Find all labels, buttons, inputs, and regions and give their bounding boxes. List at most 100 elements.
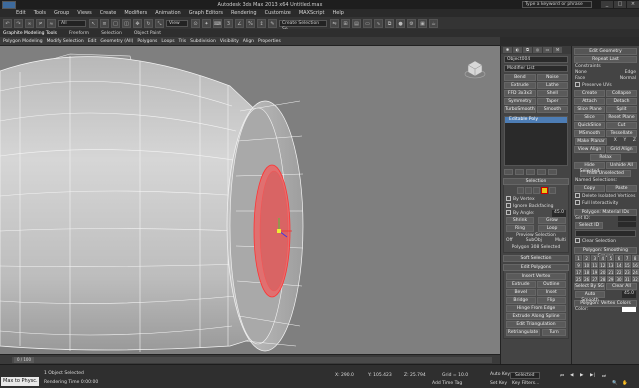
named-selection-dropdown[interactable]: Create Selection Se xyxy=(279,19,327,32)
time-slider-label[interactable]: 0 / 100 xyxy=(14,357,34,363)
sg-button[interactable]: 9 xyxy=(575,262,583,268)
sg-button[interactable]: 15 xyxy=(623,262,631,268)
by-angle-checkbox[interactable]: By Angle: xyxy=(506,210,535,217)
motion-tab-icon[interactable]: ◎ xyxy=(533,47,542,53)
copy-button[interactable]: Copy xyxy=(574,185,605,192)
outline-button[interactable]: Outline xyxy=(536,281,566,288)
collapse-button[interactable]: Collapse xyxy=(606,90,637,97)
redo-icon[interactable]: ↷ xyxy=(14,18,23,28)
tab-selection[interactable]: Selection xyxy=(101,31,122,36)
unlink-icon[interactable]: ≠ xyxy=(36,18,45,28)
constraint-normal-radio[interactable]: Normal xyxy=(620,76,636,82)
sg-button[interactable]: 8 xyxy=(631,255,639,261)
attach-button[interactable]: Attach xyxy=(574,98,605,105)
sg-button[interactable]: 28 xyxy=(599,276,607,282)
material-ids-rollout-header[interactable]: Polygon: Material IDs xyxy=(574,209,637,216)
preview-multi-radio[interactable]: Multi xyxy=(555,238,566,244)
ribbon-toggle-icon[interactable]: ▭ xyxy=(363,18,372,28)
sg-button[interactable]: 1 xyxy=(575,255,583,261)
modifier-bend-button[interactable]: Bend xyxy=(504,74,536,81)
ribbon-polygon-modeling[interactable]: Polygon Modeling xyxy=(3,39,43,44)
material-editor-icon[interactable]: ● xyxy=(396,18,405,28)
modifier-extrude-button[interactable]: Extrude xyxy=(504,82,536,89)
ribbon-subdivision[interactable]: Subdivision xyxy=(190,39,216,44)
remove-modifier-icon[interactable] xyxy=(537,169,546,175)
preserve-uvs-checkbox[interactable]: Preserve UVs xyxy=(572,82,639,89)
named-selection-edit-icon[interactable]: ✎ xyxy=(268,18,277,28)
rotate-icon[interactable]: ↻ xyxy=(144,18,153,28)
zoom-icon[interactable]: 🔍 xyxy=(612,381,618,386)
edge-level-icon[interactable] xyxy=(524,187,532,194)
menu-customize[interactable]: Customize xyxy=(265,10,291,16)
y-coordinate-field[interactable]: Y: 105.423 xyxy=(368,373,392,378)
preview-subobj-radio[interactable]: SubObj xyxy=(526,238,542,244)
add-time-tag-button[interactable]: Add Time Tag xyxy=(432,381,462,386)
sg-button[interactable]: 26 xyxy=(583,276,591,282)
z-button[interactable]: Z xyxy=(633,138,636,145)
make-unique-icon[interactable] xyxy=(526,169,535,175)
ribbon-geometry-all[interactable]: Geometry (All) xyxy=(100,39,133,44)
by-vertex-checkbox[interactable]: By Vertex xyxy=(506,196,566,203)
ribbon-edit[interactable]: Edit xyxy=(88,39,97,44)
render-setup-icon[interactable]: ⚙ xyxy=(407,18,416,28)
schematic-view-icon[interactable]: ⧉ xyxy=(385,18,394,28)
sg-button[interactable]: 11 xyxy=(591,262,599,268)
sg-button[interactable]: 22 xyxy=(615,269,623,275)
hierarchy-tab-icon[interactable]: ⧉ xyxy=(523,47,532,53)
hide-selected-button[interactable]: Hide Selected xyxy=(574,162,605,174)
scale-icon[interactable]: ⤡ xyxy=(155,18,164,28)
modifier-symmetry-button[interactable]: Symmetry xyxy=(504,98,536,105)
maximize-button[interactable]: □ xyxy=(614,1,626,8)
ribbon-polygons[interactable]: Polygons xyxy=(137,39,157,44)
delete-isolated-checkbox[interactable]: Delete Isolated Vertices xyxy=(572,193,639,200)
sg-button[interactable]: 10 xyxy=(583,262,591,268)
split-checkbox[interactable]: Split xyxy=(606,106,637,113)
retriangulate-button[interactable]: Retriangulate xyxy=(506,329,540,336)
full-interactivity-checkbox[interactable]: Full Interactivity xyxy=(572,200,639,207)
modifier-ffd-button[interactable]: FFD 3x3x3 xyxy=(504,90,536,97)
clear-all-button[interactable]: Clear All xyxy=(606,283,637,290)
color-swatch[interactable] xyxy=(622,307,636,312)
sg-button[interactable]: 19 xyxy=(591,269,599,275)
modifier-noise-button[interactable]: Noise xyxy=(536,74,568,81)
slice-plane-button[interactable]: Slice Plane xyxy=(574,106,605,113)
sg-button[interactable]: 17 xyxy=(575,269,583,275)
key-filters-button[interactable]: Key Filters... xyxy=(512,381,539,386)
reference-coordinate-dropdown[interactable]: View xyxy=(166,19,188,27)
set-key-button[interactable]: Set Key xyxy=(490,381,507,386)
menu-maxscript[interactable]: MAXScript xyxy=(299,10,325,16)
sg-button[interactable]: 16 xyxy=(631,262,639,268)
ribbon-properties[interactable]: Properties xyxy=(258,39,281,44)
ribbon-loops[interactable]: Loops xyxy=(161,39,174,44)
sg-button[interactable]: 6 xyxy=(615,255,623,261)
bevel-button[interactable]: Bevel xyxy=(506,289,536,296)
select-id-spinner[interactable] xyxy=(618,222,636,227)
vertex-colors-rollout-header[interactable]: Polygon: Vertex Colors xyxy=(574,300,637,307)
smoothing-groups-rollout-header[interactable]: Polygon: Smoothing Groups xyxy=(574,247,637,259)
border-level-icon[interactable] xyxy=(532,187,540,194)
tab-freeform[interactable]: Freeform xyxy=(69,31,89,36)
sg-button[interactable]: 32 xyxy=(631,276,639,282)
search-input[interactable]: Type a keyword or phrase xyxy=(522,1,592,8)
set-id-spinner[interactable] xyxy=(618,216,636,221)
create-tab-icon[interactable]: ✱ xyxy=(503,47,512,53)
create-button[interactable]: Create xyxy=(574,90,605,97)
z-coordinate-field[interactable]: Z: 25.794 xyxy=(404,373,426,378)
sg-button[interactable]: 25 xyxy=(575,276,583,282)
flip-button[interactable]: Flip xyxy=(536,297,566,304)
element-level-icon[interactable] xyxy=(548,187,556,194)
pivot-center-icon[interactable]: ⊙ xyxy=(191,18,200,28)
slice-button[interactable]: Slice xyxy=(574,114,605,121)
repeat-last-button[interactable]: Repeat Last xyxy=(574,56,637,63)
soft-selection-rollout-header[interactable]: Soft Selection xyxy=(503,255,569,262)
angle-spinner[interactable]: 45.0 xyxy=(551,210,566,217)
menu-graph-editors[interactable]: Graph Editors xyxy=(189,10,223,16)
render-production-icon[interactable]: ☕ xyxy=(429,18,438,28)
previous-frame-icon[interactable]: ◀ xyxy=(570,373,573,378)
extrude-along-spline-button[interactable]: Extrude Along Spline xyxy=(506,313,566,320)
move-icon[interactable]: ✥ xyxy=(133,18,142,28)
ignore-backfacing-checkbox[interactable]: Ignore Backfacing xyxy=(506,203,566,210)
show-end-result-icon[interactable] xyxy=(515,169,524,175)
pan-icon[interactable]: ✋ xyxy=(622,381,628,386)
preview-off-radio[interactable]: Off xyxy=(506,238,513,244)
